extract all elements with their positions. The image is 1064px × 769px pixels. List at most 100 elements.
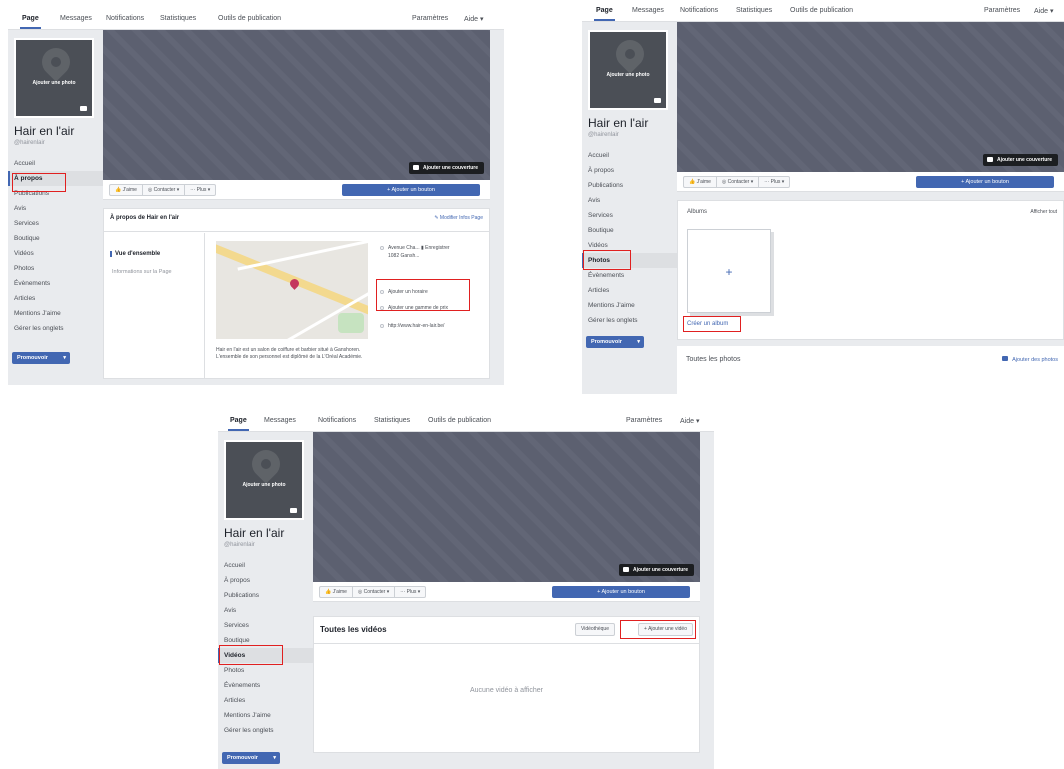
- chevron-down-icon: ▾: [63, 355, 66, 361]
- nav-item-manage-tabs[interactable]: Gérer les onglets: [582, 313, 677, 328]
- nav-item-manage-tabs[interactable]: Gérer les onglets: [8, 321, 103, 336]
- nav-item-home[interactable]: Accueil: [8, 156, 103, 171]
- nav-item-photos[interactable]: Photos: [8, 261, 103, 276]
- nav-item-shop[interactable]: Boutique: [8, 231, 103, 246]
- tab-page[interactable]: Page: [228, 417, 249, 431]
- tab-messages[interactable]: Messages: [264, 417, 296, 424]
- add-button[interactable]: + Ajouter un bouton: [916, 176, 1054, 188]
- nav-item-about[interactable]: À propos: [582, 163, 677, 178]
- nav-item-services[interactable]: Services: [218, 618, 313, 633]
- tab-settings[interactable]: Paramètres: [984, 7, 1020, 14]
- tab-messages[interactable]: Messages: [632, 7, 664, 14]
- cover-photo[interactable]: Ajouter une couverture: [677, 22, 1064, 172]
- contact-button[interactable]: ◎ Contacter ▾: [717, 177, 760, 187]
- tab-messages[interactable]: Messages: [60, 15, 92, 22]
- nav-item-reviews[interactable]: Avis: [8, 201, 103, 216]
- contact-button[interactable]: ◎ Contacter ▾: [143, 185, 186, 195]
- nav-item-articles[interactable]: Articles: [218, 693, 313, 708]
- nav-item-videos[interactable]: Vidéos: [8, 246, 103, 261]
- tab-publishing-tools[interactable]: Outils de publication: [428, 417, 491, 424]
- about-subnav: Vue d'ensemble Informations sur la Page: [104, 233, 205, 378]
- more-button[interactable]: ··· Plus ▾: [185, 185, 215, 195]
- nav-item-posts[interactable]: Publications: [218, 588, 313, 603]
- profile-photo[interactable]: Ajouter une photo: [588, 30, 668, 110]
- location-map[interactable]: [216, 241, 368, 339]
- promote-button[interactable]: Promouvoir ▾: [12, 352, 70, 364]
- see-all-link[interactable]: Afficher tout: [1030, 209, 1057, 215]
- add-cover-button[interactable]: Ajouter une couverture: [618, 564, 694, 576]
- cover-photo[interactable]: Ajouter une couverture: [103, 30, 490, 180]
- nav-item-photos[interactable]: Photos: [218, 663, 313, 678]
- video-library-button[interactable]: Vidéothèque: [575, 623, 615, 636]
- more-button[interactable]: ··· Plus ▾: [395, 587, 425, 597]
- page-tabs-bar: Page Messages Notifications Statistiques…: [218, 410, 714, 432]
- address-row: Avenue Cha... ▮ Enregistrer: [380, 245, 450, 251]
- tab-statistics[interactable]: Statistiques: [160, 15, 196, 22]
- nav-item-home[interactable]: Accueil: [582, 148, 677, 163]
- tab-statistics[interactable]: Statistiques: [736, 7, 772, 14]
- nav-item-events[interactable]: Évènements: [8, 276, 103, 291]
- more-button[interactable]: ··· Plus ▾: [759, 177, 789, 187]
- like-button[interactable]: 👍 J'aime: [110, 185, 143, 195]
- tab-settings[interactable]: Paramètres: [626, 417, 662, 424]
- nav-item-articles[interactable]: Articles: [8, 291, 103, 306]
- add-photos-link[interactable]: Ajouter des photos: [1002, 356, 1058, 363]
- website-row[interactable]: http://www.hair-en-lair.be/: [380, 323, 444, 329]
- divider: [104, 231, 489, 232]
- tab-page[interactable]: Page: [594, 7, 615, 21]
- nav-item-likes[interactable]: Mentions J'aime: [8, 306, 103, 321]
- website-link[interactable]: http://www.hair-en-lair.be/: [388, 323, 444, 329]
- add-button[interactable]: + Ajouter un bouton: [342, 184, 480, 196]
- profile-photo[interactable]: Ajouter une photo: [14, 38, 94, 118]
- page-name: Hair en l'air: [14, 124, 75, 138]
- tab-publishing-tools[interactable]: Outils de publication: [790, 7, 853, 14]
- camera-icon: [412, 165, 419, 170]
- nav-item-services[interactable]: Services: [582, 208, 677, 223]
- promote-button[interactable]: Promouvoir ▾: [222, 752, 280, 764]
- nav-item-shop[interactable]: Boutique: [582, 223, 677, 238]
- like-button[interactable]: 👍 J'aime: [684, 177, 717, 187]
- page-info-tab[interactable]: Informations sur la Page: [112, 269, 172, 275]
- chevron-down-icon: ▾: [637, 339, 640, 345]
- nav-item-home[interactable]: Accueil: [218, 558, 313, 573]
- promote-button[interactable]: Promouvoir ▾: [586, 336, 644, 348]
- nav-item-reviews[interactable]: Avis: [218, 603, 313, 618]
- nav-item-events[interactable]: Évènements: [218, 678, 313, 693]
- nav-item-likes[interactable]: Mentions J'aime: [218, 708, 313, 723]
- tab-help[interactable]: Aide ▾: [680, 417, 699, 425]
- edit-page-info-link[interactable]: ✎ Modifier Infos Page: [434, 215, 483, 221]
- tab-statistics[interactable]: Statistiques: [374, 417, 410, 424]
- tab-help[interactable]: Aide ▾: [1034, 7, 1053, 15]
- tab-settings[interactable]: Paramètres: [412, 15, 448, 22]
- add-cover-label: Ajouter une couverture: [422, 165, 478, 171]
- nav-item-likes[interactable]: Mentions J'aime: [582, 298, 677, 313]
- nav-item-articles[interactable]: Articles: [582, 283, 677, 298]
- camera-icon: [622, 567, 629, 572]
- tab-publishing-tools[interactable]: Outils de publication: [218, 15, 281, 22]
- add-button[interactable]: + Ajouter un bouton: [552, 586, 690, 598]
- left-column: Ajouter une photo Hair en l'air @hairenl…: [8, 30, 103, 385]
- add-cover-button[interactable]: Ajouter une couverture: [982, 154, 1058, 166]
- nav-item-services[interactable]: Services: [8, 216, 103, 231]
- add-cover-button[interactable]: Ajouter une couverture: [408, 162, 484, 174]
- contact-button[interactable]: ◎ Contacter ▾: [353, 587, 396, 597]
- nav-item-events[interactable]: Évènements: [582, 268, 677, 283]
- tab-notifications[interactable]: Notifications: [106, 15, 144, 22]
- nav-item-manage-tabs[interactable]: Gérer les onglets: [218, 723, 313, 738]
- nav-item-reviews[interactable]: Avis: [582, 193, 677, 208]
- tab-notifications[interactable]: Notifications: [680, 7, 718, 14]
- overview-tab[interactable]: Vue d'ensemble: [110, 251, 160, 257]
- tab-help[interactable]: Aide ▾: [464, 15, 483, 23]
- about-section: À propos de Hair en l'air ✎ Modifier Inf…: [103, 208, 490, 379]
- tab-notifications[interactable]: Notifications: [318, 417, 356, 424]
- chevron-down-icon: ▾: [273, 755, 276, 761]
- page-action-group: 👍 J'aime ◎ Contacter ▾ ··· Plus ▾: [319, 586, 427, 598]
- page-name: Hair en l'air: [588, 116, 649, 130]
- nav-item-posts[interactable]: Publications: [582, 178, 677, 193]
- profile-photo[interactable]: Ajouter une photo: [224, 440, 304, 520]
- tab-page[interactable]: Page: [20, 15, 41, 29]
- like-button[interactable]: 👍 J'aime: [320, 587, 353, 597]
- cover-photo[interactable]: Ajouter une couverture: [313, 432, 700, 582]
- nav-item-about[interactable]: À propos: [218, 573, 313, 588]
- create-album-tile[interactable]: +: [687, 229, 771, 313]
